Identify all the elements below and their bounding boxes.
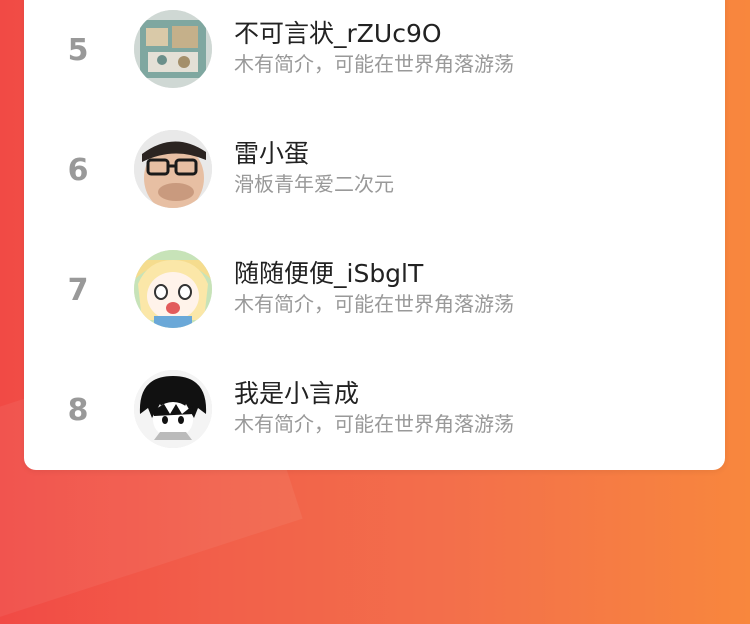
rank-number: 5 bbox=[67, 33, 89, 68]
user-name: 不可言状_rZUc9O bbox=[234, 19, 442, 48]
anime-girl-avatar-icon[interactable] bbox=[134, 250, 212, 328]
user-bio: 木有简介，可能在世界角落游荡 bbox=[234, 52, 514, 76]
glasses-man-avatar-icon[interactable] bbox=[134, 130, 212, 208]
user-name: 雷小蛋 bbox=[234, 139, 310, 168]
rank-number: 7 bbox=[67, 273, 89, 308]
rank-number: 8 bbox=[67, 393, 89, 428]
user-bio: 木有简介，可能在世界角落游荡 bbox=[234, 412, 514, 436]
user-name: 随随便便_iSbglT bbox=[234, 259, 424, 288]
rank-number: 6 bbox=[67, 153, 89, 188]
ranking-list-card: 5 不可言状_rZUc9O 木有简介，可能在世界角落游荡 6 雷小蛋 滑板青年爱… bbox=[24, 0, 725, 470]
user-bio: 滑板青年爱二次元 bbox=[234, 172, 394, 196]
user-name: 我是小言成 bbox=[234, 379, 360, 408]
user-bio: 木有简介，可能在世界角落游荡 bbox=[234, 292, 514, 316]
ranking-row[interactable]: 7 随随便便_iSbglT 木有简介，可能在世界角落游荡 bbox=[24, 240, 725, 340]
ranking-row[interactable]: 6 雷小蛋 滑板青年爱二次元 bbox=[24, 120, 725, 220]
anime-boy-avatar-icon[interactable] bbox=[134, 370, 212, 448]
ranking-row[interactable]: 5 不可言状_rZUc9O 木有简介，可能在世界角落游荡 bbox=[24, 0, 725, 100]
ranking-row[interactable]: 8 我是小言成 木有简介，可能在世界角落游荡 bbox=[24, 360, 725, 460]
photo-avatar-icon[interactable] bbox=[134, 10, 212, 88]
